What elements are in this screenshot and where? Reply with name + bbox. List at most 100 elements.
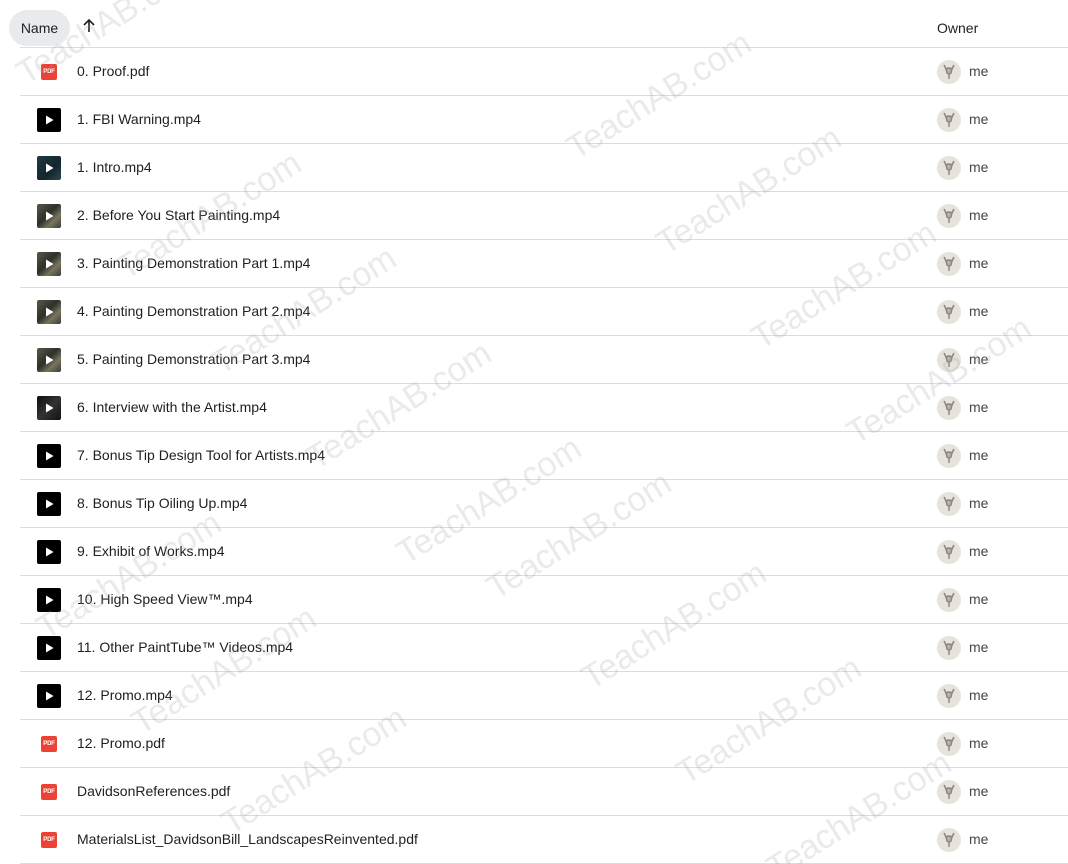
owner-name: me xyxy=(969,63,989,79)
owner-name: me xyxy=(969,303,989,319)
owner-column-label: Owner xyxy=(937,20,979,36)
arrow-up-icon[interactable] xyxy=(78,14,100,38)
file-name[interactable]: 7. Bonus Tip Design Tool for Artists.mp4 xyxy=(77,447,325,463)
file-name[interactable]: 4. Painting Demonstration Part 2.mp4 xyxy=(77,303,310,319)
play-icon xyxy=(37,156,61,180)
video-file-icon xyxy=(37,588,61,612)
file-row[interactable]: 6. Interview with the Artist.mp4 me xyxy=(0,384,1068,432)
file-row[interactable]: 5. Painting Demonstration Part 3.mp4 me xyxy=(0,336,1068,384)
video-file-icon xyxy=(37,252,61,276)
file-row[interactable]: 10. High Speed View™.mp4 me xyxy=(0,576,1068,624)
video-file-icon xyxy=(37,540,61,564)
video-file-icon xyxy=(37,204,61,228)
owner-avatar-icon xyxy=(937,540,961,564)
pdf-file-icon: PDF xyxy=(37,780,61,804)
video-file-icon xyxy=(37,108,61,132)
play-icon xyxy=(37,684,61,708)
pdf-file-icon: PDF xyxy=(37,732,61,756)
owner-avatar-icon xyxy=(937,780,961,804)
owner-avatar-icon xyxy=(937,108,961,132)
play-icon xyxy=(37,540,61,564)
file-name[interactable]: 1. FBI Warning.mp4 xyxy=(77,111,201,127)
owner-name: me xyxy=(969,831,989,847)
owner-name: me xyxy=(969,735,989,751)
play-icon xyxy=(37,588,61,612)
file-row[interactable]: 4. Painting Demonstration Part 2.mp4 me xyxy=(0,288,1068,336)
play-icon xyxy=(37,300,61,324)
video-file-icon xyxy=(37,396,61,420)
file-row[interactable]: PDF 12. Promo.pdf me xyxy=(0,720,1068,768)
file-list-header: Name Owner xyxy=(0,0,1068,48)
owner-avatar-icon xyxy=(937,828,961,852)
owner-name: me xyxy=(969,447,989,463)
file-row[interactable]: 8. Bonus Tip Oiling Up.mp4 me xyxy=(0,480,1068,528)
play-icon xyxy=(37,204,61,228)
file-row[interactable]: 3. Painting Demonstration Part 1.mp4 me xyxy=(0,240,1068,288)
owner-name: me xyxy=(969,591,989,607)
file-name[interactable]: 6. Interview with the Artist.mp4 xyxy=(77,399,267,415)
file-name[interactable]: 0. Proof.pdf xyxy=(77,63,149,79)
owner-avatar-icon xyxy=(937,588,961,612)
file-row[interactable]: 11. Other PaintTube™ Videos.mp4 me xyxy=(0,624,1068,672)
owner-name: me xyxy=(969,687,989,703)
file-name[interactable]: 8. Bonus Tip Oiling Up.mp4 xyxy=(77,495,247,511)
file-name[interactable]: 2. Before You Start Painting.mp4 xyxy=(77,207,280,223)
owner-avatar-icon xyxy=(937,492,961,516)
file-row[interactable]: PDF DavidsonReferences.pdf me xyxy=(0,768,1068,816)
file-name[interactable]: 9. Exhibit of Works.mp4 xyxy=(77,543,225,559)
owner-name: me xyxy=(969,399,989,415)
play-icon xyxy=(37,396,61,420)
file-name[interactable]: DavidsonReferences.pdf xyxy=(77,783,230,799)
file-row[interactable]: 7. Bonus Tip Design Tool for Artists.mp4… xyxy=(0,432,1068,480)
file-list: PDF 0. Proof.pdf me 1. FBI Warning.mp4 me 1. … xyxy=(0,48,1068,864)
video-file-icon xyxy=(37,300,61,324)
file-name[interactable]: 11. Other PaintTube™ Videos.mp4 xyxy=(77,639,293,655)
video-file-icon xyxy=(37,348,61,372)
owner-avatar-icon xyxy=(937,636,961,660)
play-icon xyxy=(37,252,61,276)
owner-avatar-icon xyxy=(937,60,961,84)
owner-avatar-icon xyxy=(937,684,961,708)
video-file-icon xyxy=(37,636,61,660)
pdf-badge: PDF xyxy=(41,736,57,752)
file-row[interactable]: PDF 0. Proof.pdf me xyxy=(0,48,1068,96)
file-row[interactable]: 9. Exhibit of Works.mp4 me xyxy=(0,528,1068,576)
file-name[interactable]: 5. Painting Demonstration Part 3.mp4 xyxy=(77,351,310,367)
owner-avatar-icon xyxy=(937,252,961,276)
owner-name: me xyxy=(969,639,989,655)
file-name[interactable]: 1. Intro.mp4 xyxy=(77,159,152,175)
owner-avatar-icon xyxy=(937,204,961,228)
file-row[interactable]: 2. Before You Start Painting.mp4 me xyxy=(0,192,1068,240)
owner-name: me xyxy=(969,543,989,559)
owner-name: me xyxy=(969,495,989,511)
file-name[interactable]: 10. High Speed View™.mp4 xyxy=(77,591,253,607)
owner-name: me xyxy=(969,111,989,127)
pdf-badge: PDF xyxy=(41,64,57,80)
pdf-badge: PDF xyxy=(41,784,57,800)
sort-by-name-button[interactable]: Name xyxy=(9,10,70,46)
file-name[interactable]: 12. Promo.mp4 xyxy=(77,687,173,703)
file-row[interactable]: 1. FBI Warning.mp4 me xyxy=(0,96,1068,144)
owner-avatar-icon xyxy=(937,732,961,756)
file-row[interactable]: 1. Intro.mp4 me xyxy=(0,144,1068,192)
video-file-icon xyxy=(37,156,61,180)
pdf-file-icon: PDF xyxy=(37,828,61,852)
name-column-label: Name xyxy=(20,20,59,36)
file-row[interactable]: 12. Promo.mp4 me xyxy=(0,672,1068,720)
file-row[interactable]: PDF MaterialsList_DavidsonBill_Landscapes… xyxy=(0,816,1068,864)
owner-name: me xyxy=(969,783,989,799)
video-file-icon xyxy=(37,492,61,516)
owner-avatar-icon xyxy=(937,396,961,420)
owner-name: me xyxy=(969,207,989,223)
video-file-icon xyxy=(37,444,61,468)
file-name[interactable]: 3. Painting Demonstration Part 1.mp4 xyxy=(77,255,310,271)
owner-avatar-icon xyxy=(937,300,961,324)
video-file-icon xyxy=(37,684,61,708)
owner-avatar-icon xyxy=(937,444,961,468)
pdf-file-icon: PDF xyxy=(37,60,61,84)
play-icon xyxy=(37,492,61,516)
owner-avatar-icon xyxy=(937,156,961,180)
file-name[interactable]: 12. Promo.pdf xyxy=(77,735,165,751)
owner-name: me xyxy=(969,351,989,367)
file-name[interactable]: MaterialsList_DavidsonBill_LandscapesRei… xyxy=(77,831,418,847)
